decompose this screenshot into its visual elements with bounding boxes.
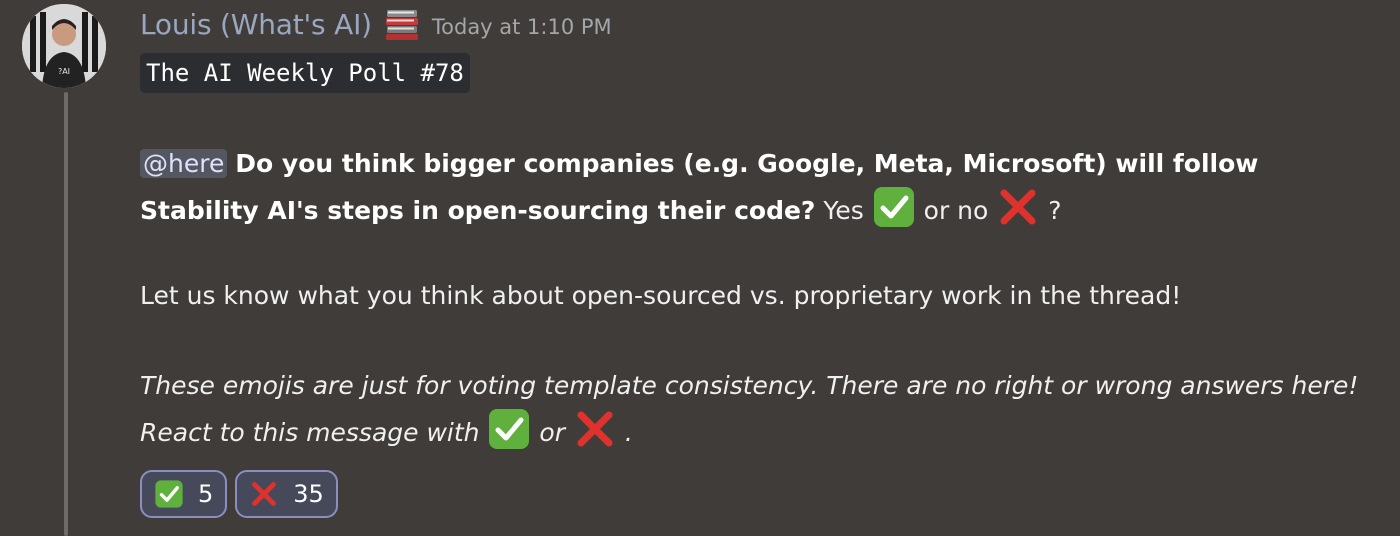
question-bold-part-1: Do you think bigger companies (e.g. Goog…	[235, 149, 1259, 178]
message-header: Louis (What's AI) Today at 1:10 PM	[140, 4, 612, 44]
cross-mark-icon	[1000, 189, 1036, 225]
question-bold-part-2: Stability AI's steps in open-sourcing th…	[140, 196, 816, 225]
message-body: @here Do you think bigger companies (e.g…	[140, 143, 1400, 449]
note-or-text: or	[539, 418, 565, 447]
or-no-text: or no	[923, 196, 989, 225]
note-line-1: These emojis are just for voting templat…	[140, 371, 1359, 400]
svg-text:?AI: ?AI	[58, 67, 70, 76]
note-line-2: React to this message with or .	[140, 407, 1400, 449]
here-mention[interactable]: @here	[140, 149, 228, 178]
check-mark-icon	[489, 409, 530, 449]
note-period: .	[624, 418, 633, 447]
poll-title-code: The AI Weekly Poll #78	[140, 53, 470, 93]
note-react-text: React to this message with	[140, 418, 480, 447]
reaction-cross[interactable]: 35	[235, 470, 338, 518]
reaction-check[interactable]: 5	[140, 470, 228, 518]
chat-message: ?AI Louis (What's AI) Today at 1:10 PM T…	[0, 0, 1400, 536]
check-mark-icon	[155, 480, 183, 508]
message-timestamp[interactable]: Today at 1:10 PM	[432, 15, 612, 39]
question-mark: ?	[1048, 196, 1062, 225]
cross-mark-icon	[577, 411, 613, 447]
cross-mark-icon	[252, 482, 277, 506]
reactions-bar: 5 35	[140, 470, 338, 518]
author-name[interactable]: Louis (What's AI)	[140, 8, 372, 41]
question-line-2: Stability AI's steps in open-sourcing th…	[140, 185, 1400, 227]
yes-text: Yes	[823, 196, 864, 225]
thread-line	[64, 92, 68, 536]
reaction-count: 5	[198, 480, 214, 508]
thread-prompt-line: Let us know what you think about open-so…	[140, 281, 1182, 310]
check-mark-icon	[873, 187, 914, 227]
question-line-1: @here Do you think bigger companies (e.g…	[140, 143, 1400, 185]
reaction-count: 35	[293, 480, 324, 508]
avatar[interactable]: ?AI	[22, 4, 106, 88]
books-icon	[384, 6, 420, 42]
